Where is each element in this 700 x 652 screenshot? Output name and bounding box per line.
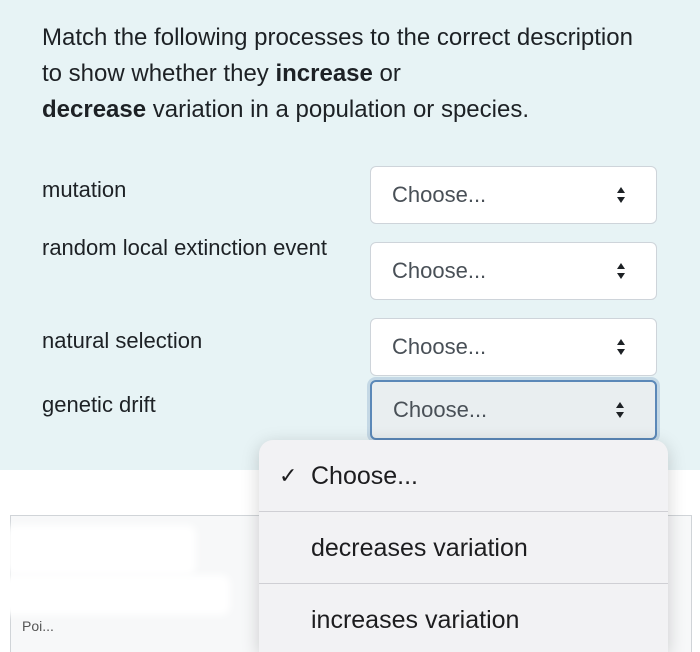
select-value: Choose... bbox=[392, 182, 487, 207]
blur-overlay bbox=[0, 575, 230, 615]
row-label-mutation: mutation bbox=[42, 177, 127, 202]
dropdown-option-decreases[interactable]: decreases variation bbox=[259, 512, 668, 584]
select-natural-selection[interactable]: Choose... bbox=[370, 318, 657, 376]
dropdown-menu: ✓ Choose... decreases variation increase… bbox=[259, 440, 668, 652]
checkmark-icon: ✓ bbox=[279, 463, 298, 488]
updown-arrows-icon bbox=[617, 263, 625, 279]
select-random-local-extinction[interactable]: Choose... bbox=[370, 242, 657, 300]
select-value: Choose... bbox=[392, 334, 487, 359]
partial-text: Poi... bbox=[22, 618, 54, 634]
select-value: Choose... bbox=[392, 258, 487, 283]
question-prompt: Match the following processes to the cor… bbox=[42, 24, 633, 123]
select-mutation[interactable]: Choose... bbox=[370, 166, 657, 224]
updown-arrows-icon bbox=[617, 339, 625, 355]
updown-arrows-icon bbox=[617, 187, 625, 203]
row-label-genetic-drift: genetic drift bbox=[42, 392, 156, 417]
row-label-natural-selection: natural selection bbox=[42, 328, 203, 353]
blur-overlay bbox=[6, 525, 196, 575]
question-panel: Match the following processes to the cor… bbox=[0, 0, 700, 470]
updown-arrows-icon bbox=[616, 402, 624, 418]
option-label: increases variation bbox=[311, 605, 520, 634]
select-value: Choose... bbox=[393, 397, 488, 422]
option-label: decreases variation bbox=[311, 533, 528, 562]
row-label-random-local-extinction: random local extinction event bbox=[42, 235, 327, 260]
dropdown-option-increases[interactable]: increases variation bbox=[259, 584, 668, 652]
option-label: Choose... bbox=[311, 461, 419, 490]
select-genetic-drift[interactable]: Choose... bbox=[370, 380, 657, 440]
dropdown-option-choose[interactable]: ✓ Choose... bbox=[259, 440, 668, 512]
